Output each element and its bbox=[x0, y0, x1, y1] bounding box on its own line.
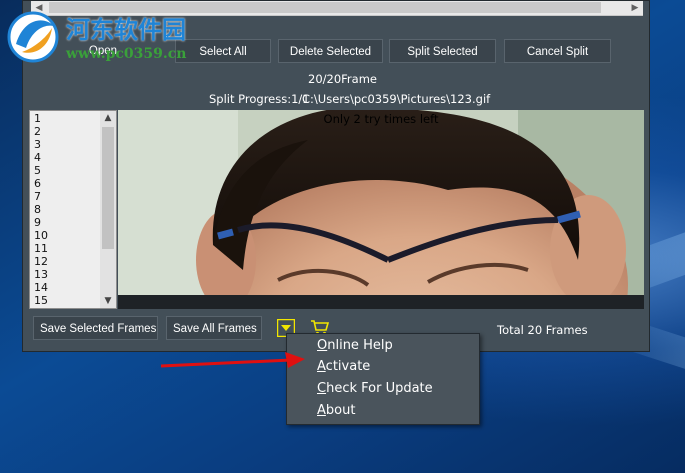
menu-item-about[interactable]: About bbox=[317, 403, 355, 418]
split-selected-button[interactable]: Split Selected bbox=[389, 39, 496, 63]
frame-list-item[interactable]: 10 bbox=[34, 229, 48, 242]
frame-list-item[interactable]: 7 bbox=[34, 190, 48, 203]
frame-list-item[interactable]: 12 bbox=[34, 255, 48, 268]
preview-image bbox=[118, 110, 644, 309]
frame-list-items: 1 2 3 4 5 6 7 8 9 10 11 12 13 14 15 bbox=[34, 112, 48, 307]
scroll-up-icon[interactable]: ▲ bbox=[100, 111, 116, 125]
frame-preview: Only 2 try times left bbox=[118, 110, 644, 309]
context-menu: Online Help Activate Check For Update Ab… bbox=[286, 333, 480, 425]
scroll-right-icon[interactable]: ▶ bbox=[627, 1, 643, 15]
frame-list-item[interactable]: 14 bbox=[34, 281, 48, 294]
frame-list-item[interactable]: 13 bbox=[34, 268, 48, 281]
frame-list-scrollbar[interactable]: ▲ ▼ bbox=[100, 111, 116, 308]
save-selected-frames-button[interactable]: Save Selected Frames bbox=[33, 316, 158, 340]
watermark-url: www.pc0359.cn bbox=[66, 46, 187, 62]
cancel-split-button[interactable]: Cancel Split bbox=[504, 39, 611, 63]
red-arrow-annotation bbox=[160, 352, 305, 368]
scrollbar-thumb[interactable] bbox=[102, 127, 114, 249]
trial-message: Only 2 try times left bbox=[323, 112, 439, 126]
total-frames: Total 20 Frames bbox=[497, 323, 588, 337]
file-path: C:\Users\pc0359\Pictures\123.gif bbox=[302, 92, 491, 106]
menu-item-activate[interactable]: Activate bbox=[317, 359, 370, 374]
menu-item-check-for-update[interactable]: Check For Update bbox=[317, 381, 433, 396]
frame-list-item[interactable]: 6 bbox=[34, 177, 48, 190]
scroll-down-icon[interactable]: ▼ bbox=[100, 294, 116, 308]
save-all-frames-button[interactable]: Save All Frames bbox=[166, 316, 262, 340]
frame-list-item[interactable]: 11 bbox=[34, 242, 48, 255]
frame-count: 20/20Frame bbox=[308, 72, 377, 86]
frame-list-item[interactable]: 5 bbox=[34, 164, 48, 177]
frame-list-item[interactable]: 4 bbox=[34, 151, 48, 164]
frame-list-item[interactable]: 15 bbox=[34, 294, 48, 307]
select-all-button[interactable]: Select All bbox=[175, 39, 271, 63]
frame-list-item[interactable]: 2 bbox=[34, 125, 48, 138]
frame-list-item[interactable]: 3 bbox=[34, 138, 48, 151]
frame-list-item[interactable]: 8 bbox=[34, 203, 48, 216]
delete-selected-button[interactable]: Delete Selected bbox=[278, 39, 383, 63]
frame-list-item[interactable]: 1 bbox=[34, 112, 48, 125]
watermark-title: 河东软件园 bbox=[66, 15, 186, 44]
frame-list[interactable]: 1 2 3 4 5 6 7 8 9 10 11 12 13 14 15 ▲ ▼ bbox=[29, 110, 117, 309]
watermark-logo-icon bbox=[7, 11, 59, 63]
frame-list-item[interactable]: 9 bbox=[34, 216, 48, 229]
split-progress-label: Split Progress:1/1 bbox=[209, 92, 310, 106]
menu-item-online-help[interactable]: Online Help bbox=[317, 338, 393, 353]
